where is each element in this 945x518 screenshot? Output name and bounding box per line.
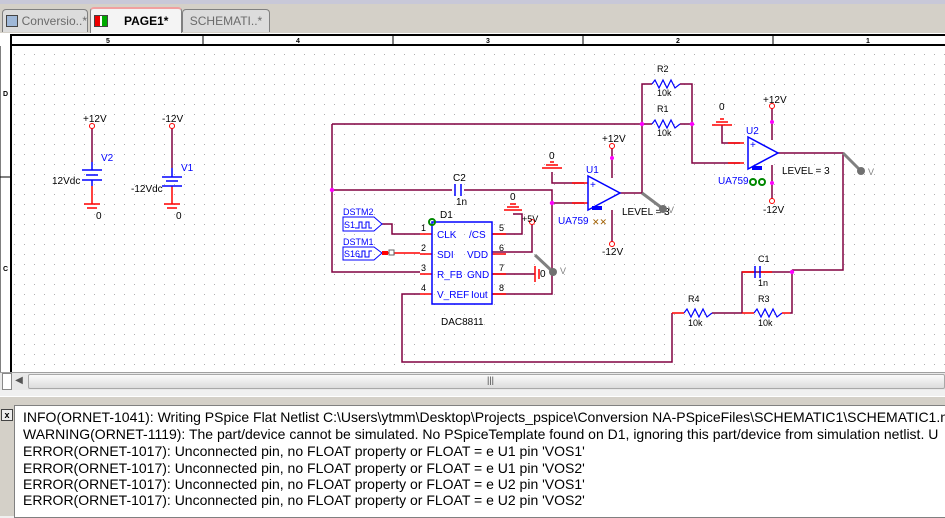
ruler-label: 1 [866, 38, 870, 45]
project-icon [6, 15, 18, 27]
part-ref: C2 [453, 173, 466, 184]
pin-number: 5 [499, 223, 504, 233]
ruler-label: C [3, 266, 8, 273]
tab-page1[interactable]: PAGE1* [90, 7, 182, 33]
ground-label: 0 [96, 211, 102, 222]
scroll-left-arrow-icon[interactable]: ◀ [12, 374, 26, 388]
ruler-label: 2 [676, 38, 680, 45]
ground-label: 0 [510, 192, 516, 203]
rail-label: -12V [162, 114, 183, 125]
part-ref: U2 [746, 126, 759, 137]
part-ref: C1 [758, 254, 770, 264]
part-value: 1n [456, 197, 467, 208]
pin-number: 6 [499, 243, 504, 253]
scrollbar-thumb[interactable]: ||| [28, 374, 945, 389]
rail-label: +5V [522, 214, 538, 224]
part-ref: D1 [440, 210, 453, 221]
part-value: 12Vdc [52, 176, 80, 187]
pin-number: 2 [421, 243, 426, 253]
ruler-label: D [3, 91, 8, 98]
pin-label: GND [467, 270, 489, 281]
probe-label: V [560, 266, 566, 276]
pin-label: R_FB [437, 270, 463, 281]
part-ref: V1 [181, 163, 194, 174]
log-line: ERROR(ORNET-1017): Unconnected pin, no F… [23, 443, 585, 459]
part-value: UA759 [558, 216, 589, 227]
tab-conversion[interactable]: Conversio..* [2, 9, 88, 32]
log-line: ERROR(ORNET-1017): Unconnected pin, no F… [23, 476, 585, 492]
rail-label: +12V [763, 95, 787, 106]
document-tab-bar: Conversio..* PAGE1* SCHEMATI..* [0, 0, 945, 34]
ground-label: 0 [540, 269, 546, 280]
grip-icon: ||| [487, 375, 495, 385]
log-line: ERROR(ORNET-1017): Unconnected pin, no F… [23, 492, 585, 508]
ground-label: 0 [719, 102, 725, 113]
part-value: 10k [657, 128, 672, 138]
pin-number: 3 [421, 263, 426, 273]
part-ref: R1 [657, 104, 669, 114]
svg-text:+: + [750, 140, 756, 151]
schematic-page-icon [94, 15, 108, 27]
part-ref: U1 [586, 165, 599, 176]
pin-label: VDD [467, 250, 488, 261]
part-ref: R2 [657, 64, 669, 74]
part-value: DAC8811 [441, 317, 484, 328]
pin-label: Iout [471, 290, 488, 301]
part-value: UA759 [718, 176, 749, 187]
rail-label: +12V [83, 114, 107, 125]
log-output[interactable]: INFO(ORNET-1041): Writing PSpice Flat Ne… [14, 405, 945, 518]
horizontal-scrollbar[interactable]: ◀ ||| [0, 372, 945, 390]
ground-label: 0 [176, 211, 182, 222]
log-line: ERROR(ORNET-1017): Unconnected pin, no F… [23, 460, 585, 476]
tab-label: SCHEMATI..* [189, 14, 263, 28]
part-ref: R3 [758, 294, 770, 304]
svg-text:+: + [590, 180, 596, 191]
part-value: 1n [758, 278, 768, 288]
scroll-left-cap [2, 373, 12, 390]
close-icon[interactable]: x [1, 409, 13, 421]
ruler-label: 4 [296, 38, 300, 45]
ruler-label: 3 [486, 38, 490, 45]
part-ref: DSTM1 [343, 237, 374, 247]
part-value: -12Vdc [131, 184, 163, 195]
session-log-panel: x INFO(ORNET-1041): Writing PSpice Flat … [0, 396, 945, 518]
rail-label: +12V [602, 134, 626, 145]
model-level: LEVEL = 3 [782, 166, 830, 177]
pin-label: /CS [469, 230, 486, 241]
pin-label: CLK [437, 230, 457, 241]
tab-schematic[interactable]: SCHEMATI..* [182, 9, 270, 32]
pin-label: SDI [437, 250, 454, 261]
pin-number: 7 [499, 263, 504, 273]
schematic-canvas[interactable]: 5 4 3 2 1 D C +12V V2 12Vdc 0 -12V V1 -1… [0, 33, 945, 372]
part-value: 10k [688, 318, 703, 328]
stimulus-label: S16 [344, 249, 360, 259]
part-ref: R4 [688, 294, 700, 304]
svg-text:✕✕: ✕✕ [592, 217, 607, 227]
log-line: INFO(ORNET-1041): Writing PSpice Flat Ne… [23, 409, 945, 425]
pin-number: 8 [499, 283, 504, 293]
ground-label: 0 [549, 151, 555, 162]
probe-label: V [868, 167, 874, 177]
pin-number: 4 [421, 283, 426, 293]
ruler-label: 5 [106, 38, 110, 45]
rail-label: -12V [763, 205, 784, 216]
stimulus-label: S1 [344, 220, 355, 230]
pin-label: V_REF [437, 290, 469, 301]
tab-label: PAGE1* [124, 14, 169, 28]
log-line: WARNING(ORNET-1119): The part/device can… [23, 426, 939, 442]
pin-number: 1 [421, 223, 426, 233]
part-ref: V2 [101, 153, 114, 164]
tab-label: Conversio..* [21, 14, 87, 28]
part-value: 10k [758, 318, 773, 328]
rail-label: -12V [602, 247, 623, 258]
part-value: 10k [657, 88, 672, 98]
probe-label: V [668, 205, 674, 215]
part-ref: DSTM2 [343, 207, 374, 217]
